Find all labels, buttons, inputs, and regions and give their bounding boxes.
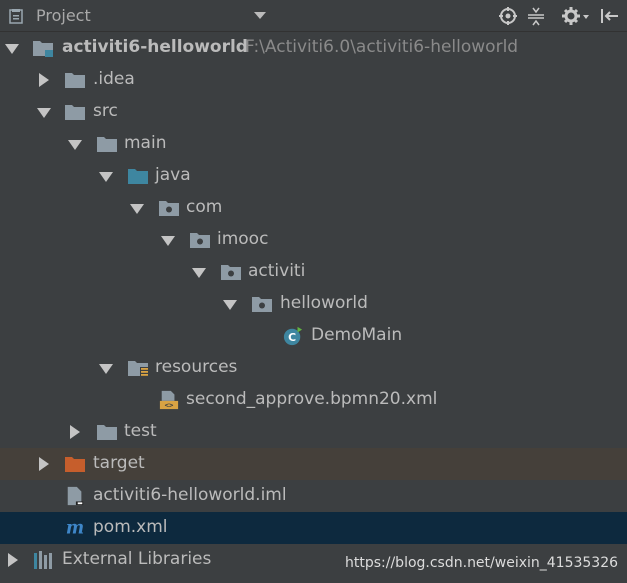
collapse-arrow-icon[interactable] bbox=[34, 64, 54, 96]
collapse-all-icon[interactable] bbox=[526, 6, 546, 26]
tree-item-label: main bbox=[124, 133, 167, 153]
folder-icon bbox=[97, 137, 117, 152]
library-icon bbox=[34, 551, 52, 569]
svg-text:m: m bbox=[66, 518, 84, 538]
gear-icon[interactable] bbox=[561, 6, 591, 26]
tree-item-label: com bbox=[186, 197, 223, 217]
iml-file-icon bbox=[67, 486, 84, 506]
tree-item-imooc[interactable]: imooc bbox=[0, 224, 627, 256]
tree-item-com[interactable]: com bbox=[0, 192, 627, 224]
java-class-icon: C bbox=[283, 326, 303, 346]
expand-arrow-icon[interactable] bbox=[127, 192, 147, 224]
folder-icon bbox=[65, 73, 85, 88]
tree-item-label: test bbox=[124, 421, 157, 441]
expand-arrow-icon[interactable] bbox=[34, 96, 54, 128]
source-folder-icon bbox=[128, 169, 148, 184]
dropdown-arrow-icon[interactable] bbox=[254, 12, 266, 19]
expand-arrow-icon[interactable] bbox=[2, 32, 22, 64]
collapse-arrow-icon[interactable] bbox=[34, 448, 54, 480]
tree-item-src[interactable]: src bbox=[0, 96, 627, 128]
tree-item-label: activiti6-helloworld.iml bbox=[93, 485, 287, 505]
panel-title[interactable]: Project bbox=[36, 6, 91, 25]
tree-item-label: target bbox=[93, 453, 145, 473]
expand-arrow-icon[interactable] bbox=[96, 160, 116, 192]
tree-item-label: pom.xml bbox=[93, 517, 168, 537]
tree-item-path: F:\Activiti6.0\activiti6-helloworld bbox=[245, 37, 519, 57]
tree-item-label: resources bbox=[155, 357, 238, 377]
svg-text:C: C bbox=[288, 331, 296, 344]
tree-item-label: activiti6-helloworld bbox=[62, 37, 248, 57]
tree-item-label: imooc bbox=[217, 229, 269, 249]
tree-item-root[interactable]: activiti6-helloworld F:\Activiti6.0\acti… bbox=[0, 32, 627, 64]
tree-item-label: External Libraries bbox=[62, 549, 212, 569]
tree-item-java[interactable]: java bbox=[0, 160, 627, 192]
tree-item-label: DemoMain bbox=[311, 325, 403, 345]
project-icon bbox=[9, 9, 23, 24]
maven-icon: m bbox=[66, 518, 84, 538]
folder-icon bbox=[97, 425, 117, 440]
watermark-url: https://blog.csdn.net/weixin_41535326 bbox=[345, 555, 619, 571]
collapse-arrow-icon[interactable] bbox=[65, 416, 85, 448]
expand-arrow-icon[interactable] bbox=[158, 224, 178, 256]
xml-file-icon: <> bbox=[159, 390, 179, 410]
tree-item-pom[interactable]: m pom.xml bbox=[0, 512, 627, 544]
expand-arrow-icon[interactable] bbox=[220, 288, 240, 320]
package-icon bbox=[252, 297, 272, 312]
tree-item-test[interactable]: test bbox=[0, 416, 627, 448]
expand-arrow-icon[interactable] bbox=[189, 256, 209, 288]
tree-item-bpmn[interactable]: <> second_approve.bpmn20.xml bbox=[0, 384, 627, 416]
package-icon bbox=[221, 265, 241, 280]
module-folder-icon bbox=[33, 41, 53, 57]
expand-arrow-icon[interactable] bbox=[65, 128, 85, 160]
tree-item-iml[interactable]: activiti6-helloworld.iml bbox=[0, 480, 627, 512]
tree-item-activiti[interactable]: activiti bbox=[0, 256, 627, 288]
project-panel-header: Project bbox=[0, 0, 627, 32]
hide-icon[interactable] bbox=[600, 6, 620, 26]
tree-item-label: .idea bbox=[93, 69, 135, 89]
svg-text:<>: <> bbox=[165, 401, 174, 410]
tree-item-main[interactable]: main bbox=[0, 128, 627, 160]
tree-item-resources[interactable]: resources bbox=[0, 352, 627, 384]
tree-item-label: second_approve.bpmn20.xml bbox=[186, 389, 438, 409]
tree-item-label: src bbox=[93, 101, 118, 121]
tree-item-target[interactable]: target bbox=[0, 448, 627, 480]
tree-item-label: helloworld bbox=[280, 293, 368, 313]
tree-item-helloworld[interactable]: helloworld bbox=[0, 288, 627, 320]
locate-icon[interactable] bbox=[498, 6, 518, 26]
tree-item-idea[interactable]: .idea bbox=[0, 64, 627, 96]
package-icon bbox=[159, 201, 179, 216]
excluded-folder-icon bbox=[65, 457, 85, 472]
expand-arrow-icon[interactable] bbox=[96, 352, 116, 384]
package-icon bbox=[190, 233, 210, 248]
tree-item-label: activiti bbox=[248, 261, 306, 281]
tree-item-label: java bbox=[155, 165, 191, 185]
tree-item-demomain[interactable]: C DemoMain bbox=[0, 320, 627, 352]
resources-folder-icon bbox=[128, 361, 148, 377]
collapse-arrow-icon[interactable] bbox=[3, 544, 23, 576]
folder-icon bbox=[65, 105, 85, 120]
